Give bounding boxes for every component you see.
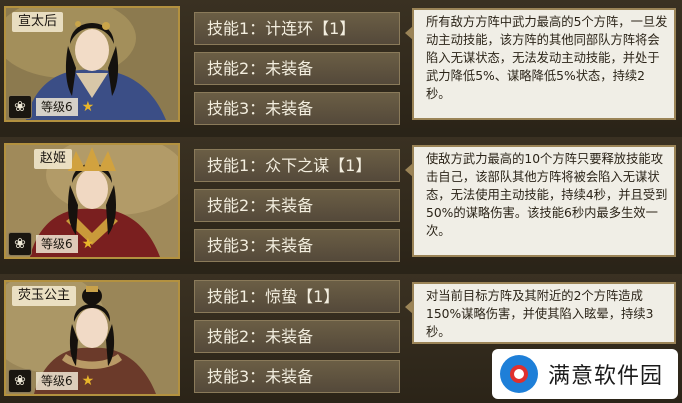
hero-level: 等级6 (36, 235, 78, 253)
lotus-icon: ❀ (8, 369, 32, 393)
hero-portrait[interactable]: 荧玉公主 ❀ 等级6 ★ (4, 280, 180, 396)
lotus-icon: ❀ (8, 95, 32, 119)
skill-slot-2[interactable]: 技能2：未装备 (194, 189, 400, 222)
skill-slot-1[interactable]: 技能1：计连环【1】 (194, 12, 400, 45)
watermark-text: 满意软件园 (548, 364, 664, 389)
star-icon: ★ (81, 236, 95, 252)
hero-portrait[interactable]: 赵姬 ❀ 等级6 ★ (4, 143, 180, 259)
skill-slot-1[interactable]: 技能1：众下之谋【1】 (194, 149, 400, 182)
hero-name: 宣太后 (12, 12, 64, 32)
hero-portrait[interactable]: 宣太后 ❀ 等级6 ★ (4, 6, 180, 122)
hero-level-box: ❀ 等级6 ★ (8, 232, 95, 256)
skill-description: 对当前目标方阵及其附近的2个方阵造成150%谋略伤害，并使其陷入眩晕，持续3秒。 (405, 282, 676, 344)
skill-slot-3[interactable]: 技能3：未装备 (194, 360, 400, 393)
hero-level-box: ❀ 等级6 ★ (8, 95, 95, 119)
skill-slot-2[interactable]: 技能2：未装备 (194, 320, 400, 353)
hero-level-box: ❀ 等级6 ★ (8, 369, 95, 393)
hero-level: 等级6 (36, 98, 78, 116)
star-icon: ★ (81, 373, 95, 389)
star-icon: ★ (81, 99, 95, 115)
skill-slot-3[interactable]: 技能3：未装备 (194, 229, 400, 262)
satisfaction-logo-icon (500, 355, 538, 393)
site-watermark: 满意软件园 (492, 349, 678, 399)
skill-description: 所有敌方方阵中武力最高的5个方阵，一旦发动主动技能，该方阵的其他同部队方阵将会陷… (405, 8, 676, 120)
hero-row: 宣太后 ❀ 等级6 ★ 技能1：计连环【1】 技能2：未装备 技能3：未装备 所… (0, 0, 682, 128)
skill-slot-1[interactable]: 技能1：惊蛰【1】 (194, 280, 400, 313)
lotus-icon: ❀ (8, 232, 32, 256)
skill-slot-2[interactable]: 技能2：未装备 (194, 52, 400, 85)
skill-slot-3[interactable]: 技能3：未装备 (194, 92, 400, 125)
hero-row: 赵姬 ❀ 等级6 ★ 技能1：众下之谋【1】 技能2：未装备 技能3：未装备 使… (0, 137, 682, 265)
skill-description: 使敌方武力最高的10个方阵只要释放技能攻击自己，该部队其他方阵将被会陷入无谋状态… (405, 145, 676, 257)
hero-name: 荧玉公主 (12, 286, 77, 306)
hero-name: 赵姬 (34, 149, 73, 169)
hero-level: 等级6 (36, 372, 78, 390)
